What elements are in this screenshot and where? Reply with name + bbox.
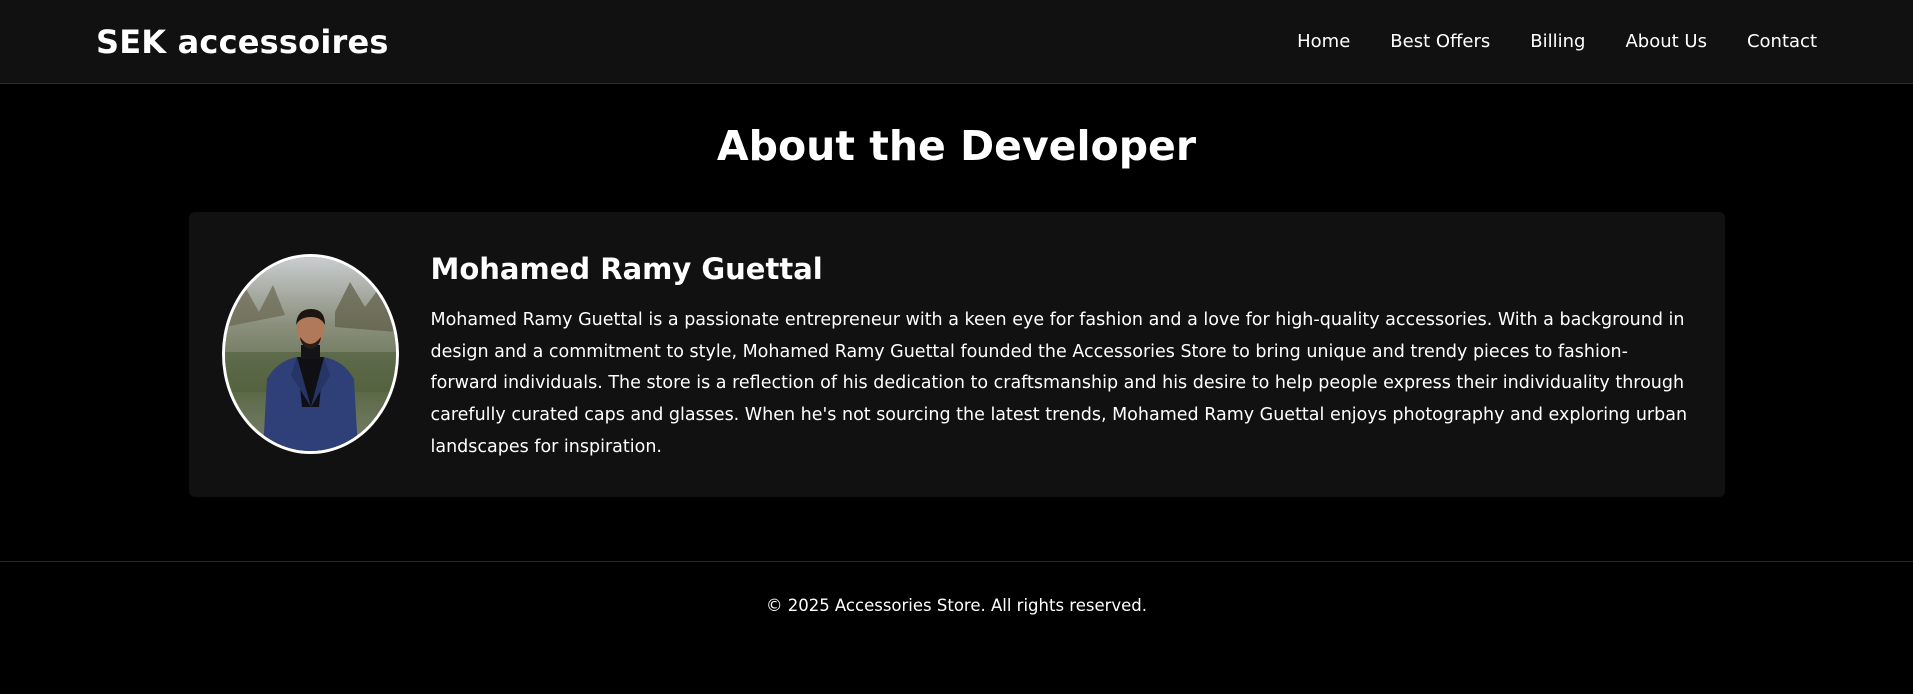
- nav-link-billing[interactable]: Billing: [1530, 31, 1585, 52]
- copyright-text: © 2025 Accessories Store. All rights res…: [765, 596, 1148, 615]
- page-title: About the Developer: [716, 122, 1197, 170]
- main-content: About the Developer Mohamed Ramy Guettal…: [0, 84, 1913, 498]
- nav-link-home[interactable]: Home: [1297, 31, 1350, 52]
- developer-name: Mohamed Ramy Guettal: [430, 252, 823, 287]
- footer: © 2025 Accessories Store. All rights res…: [0, 561, 1913, 694]
- nav-link-best-offers[interactable]: Best Offers: [1390, 31, 1490, 52]
- developer-avatar: [221, 254, 399, 455]
- developer-card: Mohamed Ramy Guettal Mohamed Ramy Guetta…: [188, 212, 1725, 498]
- developer-photo: [224, 257, 396, 452]
- developer-description: Mohamed Ramy Guettal is a passionate ent…: [430, 309, 1688, 457]
- brand-logo[interactable]: SEK accessoires: [96, 23, 389, 61]
- nav-link-contact[interactable]: Contact: [1747, 31, 1817, 52]
- developer-bio: Mohamed Ramy Guettal Mohamed Ramy Guetta…: [430, 252, 1691, 463]
- nav-links: Home Best Offers Billing About Us Contac…: [1297, 31, 1817, 52]
- navbar: SEK accessoires Home Best Offers Billing…: [0, 0, 1913, 84]
- nav-link-about-us[interactable]: About Us: [1625, 31, 1707, 52]
